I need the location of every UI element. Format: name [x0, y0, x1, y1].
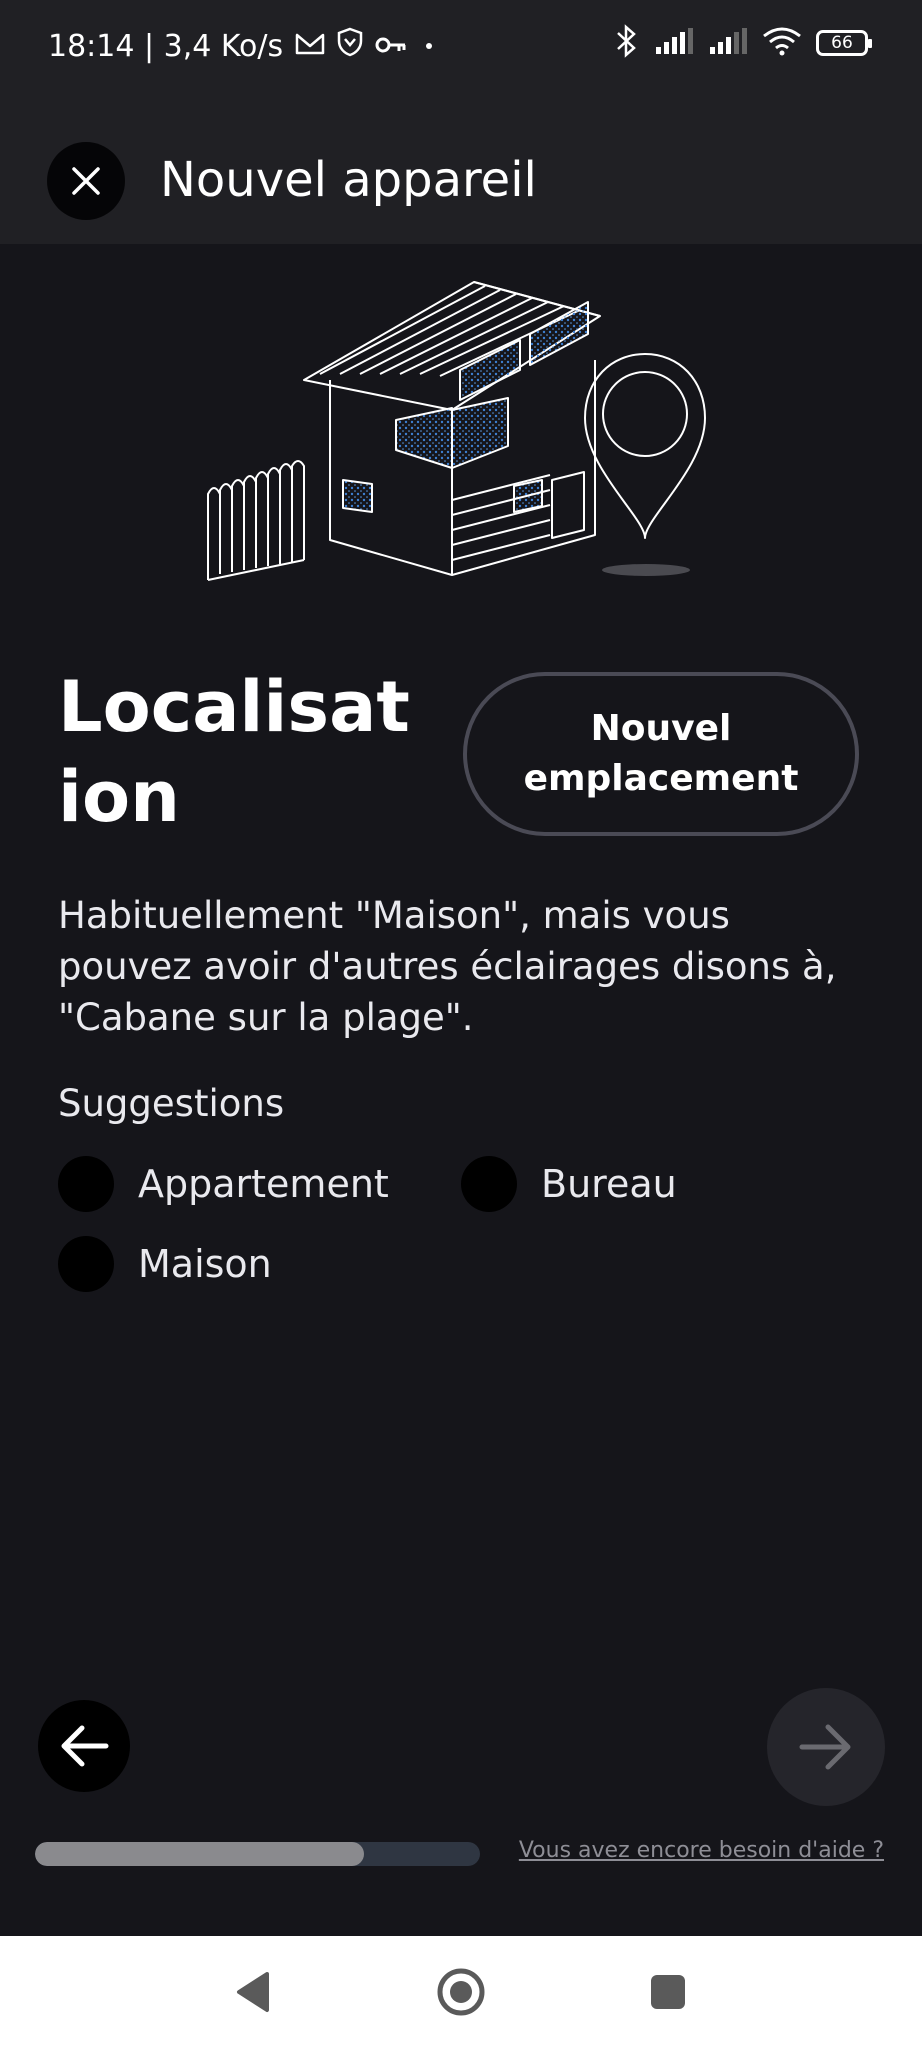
radio-button[interactable] — [461, 1156, 517, 1212]
system-navigation-bar — [0, 1936, 922, 2048]
signal-icon — [654, 27, 694, 59]
new-location-button[interactable]: Nouvel emplacement — [463, 672, 859, 836]
suggestion-label: Maison — [138, 1242, 272, 1286]
description-text: Habituellement "Maison", mais vous pouve… — [58, 894, 837, 1039]
progress-fill — [35, 1842, 365, 1866]
signal-icon — [708, 27, 748, 59]
suggestion-label: Appartement — [138, 1162, 389, 1206]
suggestion-appartement[interactable]: Appartement — [58, 1156, 389, 1212]
circle-home-icon — [437, 1968, 485, 2016]
suggestion-label: Bureau — [541, 1162, 677, 1206]
app-header: Nouvel appareil — [0, 92, 922, 244]
close-button[interactable] — [47, 142, 125, 220]
radio-button[interactable] — [58, 1236, 114, 1292]
progress-bar — [35, 1842, 480, 1866]
suggestions-label: Suggestions — [58, 1082, 285, 1125]
new-location-button-label: Nouvel emplacement — [523, 708, 799, 799]
house-location-illustration — [200, 270, 740, 600]
dot-icon — [419, 29, 439, 64]
next-button[interactable] — [767, 1688, 885, 1806]
arrow-left-icon — [61, 1725, 109, 1767]
battery-icon: 66 — [816, 30, 872, 56]
system-home-button[interactable] — [433, 1964, 489, 2020]
status-time-speed: 18:14 | 3,4 Ko/s — [48, 28, 284, 64]
suggestion-maison[interactable]: Maison — [58, 1236, 272, 1292]
arrow-right-icon — [799, 1724, 851, 1770]
shield-icon — [337, 27, 363, 65]
radio-button[interactable] — [58, 1156, 114, 1212]
status-left: 18:14 | 3,4 Ko/s — [48, 26, 439, 66]
suggestion-bureau[interactable]: Bureau — [461, 1156, 677, 1212]
mail-icon — [295, 29, 325, 64]
key-icon — [375, 29, 407, 64]
back-button[interactable] — [38, 1700, 130, 1792]
system-back-button[interactable] — [225, 1964, 281, 2020]
triangle-back-icon — [237, 1972, 269, 2012]
square-recents-icon — [651, 1975, 685, 2009]
status-right: 66 — [612, 24, 872, 62]
close-icon — [72, 167, 100, 195]
status-bar: 18:14 | 3,4 Ko/s 66 — [0, 0, 922, 92]
wifi-icon — [762, 26, 802, 60]
page-title: Localisation — [58, 666, 410, 838]
help-link[interactable]: Vous avez encore besoin d'aide ? — [519, 1838, 884, 1863]
bluetooth-icon — [612, 24, 640, 62]
page-header-title: Nouvel appareil — [160, 152, 537, 208]
system-recents-button[interactable] — [640, 1964, 696, 2020]
